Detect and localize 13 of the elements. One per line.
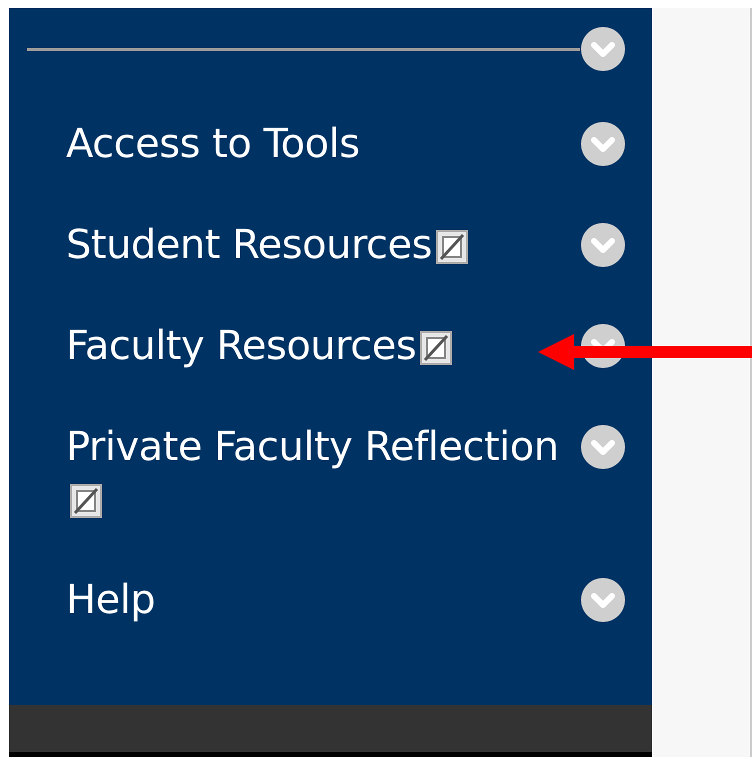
broken-image-icon <box>70 484 102 518</box>
broken-image-icon <box>420 331 452 366</box>
menu-item-link[interactable]: Access to Tools <box>66 121 360 167</box>
menu-item-link[interactable]: Student Resources <box>66 222 432 268</box>
broken-image-icon <box>436 230 468 264</box>
chevron-down-icon[interactable] <box>580 121 626 167</box>
menu-item-link[interactable]: Help <box>66 577 156 623</box>
menu-item-link[interactable]: Faculty Resources <box>66 323 416 369</box>
chevron-down-icon[interactable] <box>580 222 626 268</box>
menu-item-link[interactable]: Private Faculty Reflection <box>66 424 559 470</box>
chevron-down-icon[interactable] <box>580 577 626 623</box>
chevron-down-icon[interactable] <box>580 26 626 72</box>
chevron-down-icon[interactable] <box>580 424 626 470</box>
